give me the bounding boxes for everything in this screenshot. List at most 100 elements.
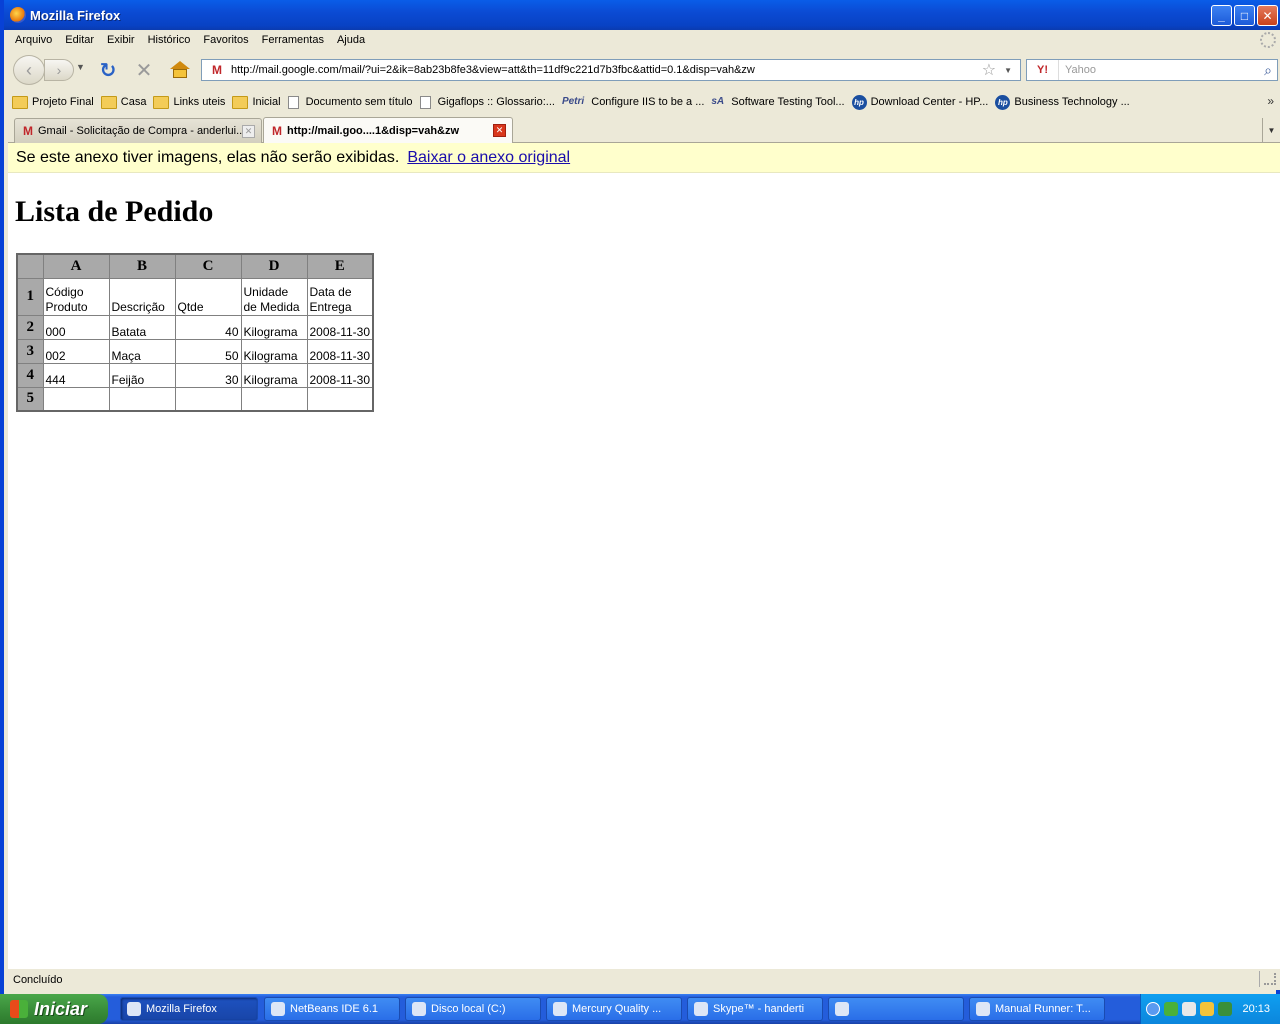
resize-grip-icon[interactable] [1264, 973, 1276, 985]
search-input[interactable]: Yahoo [1065, 64, 1264, 76]
start-button[interactable]: Iniciar [0, 994, 108, 1024]
tab-gmail[interactable]: M Gmail - Solicitação de Compra - anderl… [14, 118, 262, 143]
menu-bar: Arquivo Editar Exibir Histórico Favorito… [8, 30, 1280, 50]
table-cell: Código Produto [42, 277, 110, 316]
tab-label: http://mail.goo....1&disp=vah&zw [287, 124, 460, 137]
bookmark-label: Software Testing Tool... [731, 96, 845, 108]
table-cell: 30 [174, 362, 242, 388]
maximize-button[interactable]: □ [1234, 5, 1255, 26]
sqa-icon: sA [711, 95, 725, 107]
column-header: E [306, 253, 374, 279]
arrow-right-icon: › [56, 62, 62, 78]
search-bar[interactable]: Y! Yahoo ⌕ [1026, 59, 1278, 81]
bookmark-item[interactable]: Documento sem título [287, 95, 413, 109]
arrow-left-icon: ‹ [26, 59, 32, 80]
taskbar-item-skype[interactable]: Skype™ - handerti [687, 997, 823, 1021]
table-cell: Qtde [174, 277, 242, 316]
table-cell: 002 [42, 338, 110, 364]
chevron-double-right-icon[interactable]: » [1267, 94, 1274, 108]
search-engine-yahoo-icon[interactable]: Y! [1027, 60, 1059, 80]
close-tab-icon[interactable]: ✕ [493, 124, 506, 137]
menu-editar[interactable]: Editar [65, 34, 94, 46]
menu-exibir[interactable]: Exibir [107, 34, 135, 46]
navigation-toolbar: ‹ › ▼ ↻ ✕ M http://mail.google.com/mail/… [8, 50, 1280, 90]
stop-button[interactable]: ✕ [133, 59, 155, 82]
title-bar[interactable]: Mozilla Firefox _ □ ✕ [4, 0, 1280, 30]
table-row: 1 Código Produto Descrição Qtde Unidade … [16, 277, 374, 316]
bookmark-label: Casa [120, 96, 147, 108]
bookmark-item[interactable]: Petri Configure IIS to be a ... [562, 96, 704, 109]
table-cell: 50 [174, 338, 242, 364]
network-tray-icon[interactable] [1182, 1002, 1197, 1016]
table-cell: Batata [108, 314, 176, 340]
search-icon[interactable]: ⌕ [1264, 62, 1272, 79]
tray-expand-icon[interactable] [1146, 1002, 1161, 1016]
folder-icon [153, 95, 170, 109]
download-original-link[interactable]: Baixar o anexo original [407, 149, 570, 167]
forward-button[interactable]: › [44, 59, 74, 81]
menu-favoritos[interactable]: Favoritos [203, 34, 248, 46]
drive-icon [412, 1002, 426, 1016]
taskbar-item-mercury[interactable]: Mercury Quality ... [546, 997, 682, 1021]
url-input[interactable]: http://mail.google.com/mail/?ui=2&ik=8ab… [231, 64, 982, 76]
back-button[interactable]: ‹ [13, 55, 45, 85]
spreadsheet-table: A B C D E 1 Código Produto Descrição Qtd… [16, 253, 374, 412]
taskbar: Iniciar Mozilla Firefox NetBeans IDE 6.1… [0, 994, 1280, 1024]
bookmark-label: Inicial [252, 96, 281, 108]
taskbar-item-netbeans[interactable]: NetBeans IDE 6.1 [264, 997, 400, 1021]
status-divider [1259, 971, 1260, 987]
table-cell: 2008-11-30 [306, 338, 374, 364]
address-bar[interactable]: M http://mail.google.com/mail/?ui=2&ik=8… [201, 59, 1021, 81]
minimize-button[interactable]: _ [1211, 5, 1232, 26]
bookmark-label: Business Technology ... [1014, 96, 1130, 108]
table-cell [240, 386, 308, 412]
menu-historico[interactable]: Histórico [148, 34, 191, 46]
reload-button[interactable]: ↻ [97, 59, 119, 82]
column-header: A [42, 253, 110, 279]
bookmark-item[interactable]: Projeto Final [12, 95, 94, 109]
home-button[interactable] [168, 59, 192, 81]
table-cell: 2008-11-30 [306, 314, 374, 340]
window-controls: _ □ ✕ [1211, 5, 1278, 26]
stop-icon: ✕ [135, 59, 153, 82]
tab-list-dropdown-icon[interactable]: ▼ [1262, 118, 1280, 142]
taskbar-item-firefox[interactable]: Mozilla Firefox [120, 997, 258, 1021]
column-header: D [240, 253, 308, 279]
menu-ajuda[interactable]: Ajuda [337, 34, 365, 46]
bookmark-label: Documento sem título [305, 96, 413, 108]
task-label: Manual Runner: T... [995, 1003, 1091, 1015]
home-icon [170, 61, 190, 69]
bookmark-item[interactable]: Links uteis [153, 95, 225, 109]
bookmark-item[interactable]: hp Download Center - HP... [851, 94, 988, 110]
bookmark-item[interactable]: Gigaflops :: Glossario:... [419, 95, 555, 109]
corner-cell [16, 253, 44, 279]
table-cell: 000 [42, 314, 110, 340]
close-button[interactable]: ✕ [1257, 5, 1278, 26]
bookmarks-toolbar: Projeto Final Casa Links uteis Inicial D… [8, 90, 1280, 114]
bookmark-item[interactable]: hp Business Technology ... [995, 94, 1130, 110]
bookmark-item[interactable]: Casa [100, 95, 147, 109]
menu-arquivo[interactable]: Arquivo [15, 34, 52, 46]
bookmark-item[interactable]: sA Software Testing Tool... [711, 96, 844, 109]
close-tab-icon[interactable]: ✕ [242, 125, 255, 138]
taskbar-item-java[interactable] [828, 997, 964, 1021]
table-row: 5 [16, 386, 374, 412]
tool-tray-icon[interactable] [1200, 1002, 1215, 1016]
bookmark-star-icon[interactable]: ☆ [982, 60, 996, 80]
menu-ferramentas[interactable]: Ferramentas [262, 34, 324, 46]
table-cell: 40 [174, 314, 242, 340]
home-icon-body [173, 69, 187, 78]
page-content: Se este anexo tiver imagens, elas não se… [8, 143, 1280, 968]
table-cell [108, 386, 176, 412]
taskbar-item-disk[interactable]: Disco local (C:) [405, 997, 541, 1021]
antivirus-tray-icon[interactable] [1218, 1002, 1233, 1016]
history-dropdown-icon[interactable]: ▼ [76, 62, 85, 72]
hp-icon: hp [851, 94, 867, 110]
url-dropdown-icon[interactable]: ▼ [1004, 66, 1012, 75]
java-icon [835, 1002, 849, 1016]
page-icon [287, 95, 299, 109]
taskbar-item-manual-runner[interactable]: Manual Runner: T... [969, 997, 1105, 1021]
tab-attachment[interactable]: M http://mail.goo....1&disp=vah&zw ✕ [263, 117, 513, 143]
bookmark-item[interactable]: Inicial [232, 95, 281, 109]
skype-tray-icon[interactable] [1164, 1002, 1179, 1016]
